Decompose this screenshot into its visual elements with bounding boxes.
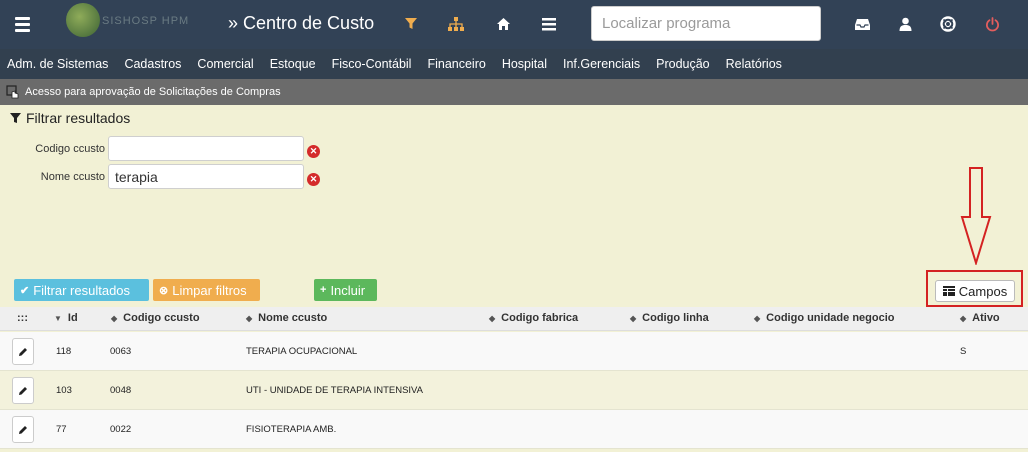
col-header-ativo[interactable]: ◆ Ativo [960, 312, 1000, 324]
home-icon[interactable] [493, 14, 513, 34]
col-header-nome-ccusto[interactable]: ◆ Nome ccusto [246, 312, 327, 324]
cell-id: 77 [56, 424, 67, 435]
edit-button[interactable] [12, 377, 34, 404]
filter-results-button[interactable]: ✔ Filtrar resultados [14, 279, 149, 301]
sitemap-icon[interactable] [446, 14, 466, 34]
edit-button[interactable] [12, 338, 34, 365]
cell-id: 103 [56, 385, 72, 396]
sort-icon: ◆ [246, 313, 253, 323]
col-header-nome-label: Nome ccusto [258, 312, 328, 324]
cell-codigo: 0063 [110, 346, 132, 357]
down-arrow-annotation [960, 167, 992, 265]
main-menu: Adm. de Sistemas Cadastros Comercial Est… [0, 49, 1028, 79]
sort-icon: ◆ [630, 313, 637, 323]
menu-item-cadastros[interactable]: Cadastros [124, 57, 181, 71]
campos-label: Campos [958, 283, 1008, 299]
campos-button[interactable]: Campos [935, 280, 1015, 302]
col-header-codigo-fabrica[interactable]: ◆ Codigo fabrica [489, 312, 578, 324]
clear-filters-button[interactable]: ⊗ Limpar filtros [153, 279, 260, 301]
app-logo[interactable]: SISHOSP HPM [66, 3, 206, 45]
menu-item-inf-gerenciais[interactable]: Inf.Gerenciais [563, 57, 640, 71]
col-header-fabrica-label: Codigo fabrica [501, 312, 579, 324]
col-header-codigo-ccusto[interactable]: ◆ Codigo ccusto [111, 312, 200, 324]
table-row[interactable]: 77 0022 FISIOTERAPIA AMB. [0, 410, 1028, 449]
filter-results-label: Filtrar resultados [33, 282, 131, 298]
drag-handle-header[interactable]: ::: [17, 312, 28, 324]
cell-nome: FISIOTERAPIA AMB. [246, 424, 337, 435]
logo-mark [66, 3, 100, 37]
inbox-icon[interactable] [852, 14, 872, 34]
top-navbar: SISHOSP HPM » Centro de Custo [0, 0, 1028, 49]
cell-ativo: S [960, 346, 967, 357]
check-icon: ✔ [20, 284, 30, 297]
col-header-id-label: Id [67, 312, 78, 324]
clear-circle-icon: ⊗ [159, 284, 169, 297]
cell-codigo: 0048 [110, 385, 132, 396]
clear-codigo-icon[interactable]: ✕ [307, 145, 320, 158]
filter-heading: Filtrar resultados [10, 110, 130, 126]
notice-text: Acesso para aprovação de Solicitações de… [25, 86, 281, 98]
filter-icon[interactable] [401, 14, 421, 34]
col-header-ativo-label: Ativo [972, 312, 1000, 324]
columns-icon [942, 286, 955, 296]
menu-item-financeiro[interactable]: Financeiro [427, 57, 485, 71]
menu-item-fisco-contabil[interactable]: Fisco-Contábil [332, 57, 412, 71]
menu-item-adm-sistemas[interactable]: Adm. de Sistemas [7, 57, 108, 71]
menu-item-hospital[interactable]: Hospital [502, 57, 547, 71]
pencil-icon [19, 386, 27, 395]
power-icon[interactable] [982, 14, 1002, 34]
table-row[interactable]: 118 0063 TERAPIA OCUPACIONAL S [0, 332, 1028, 371]
edit-button[interactable] [12, 416, 34, 443]
filter-icon [10, 112, 21, 123]
menu-icon[interactable] [15, 14, 37, 34]
pencil-icon [19, 425, 27, 434]
menu-item-producao[interactable]: Produção [656, 57, 710, 71]
nome-ccusto-input[interactable] [108, 164, 304, 189]
page-title: » Centro de Custo [228, 13, 375, 33]
table-header: ::: ▼ Id ◆ Codigo ccusto ◆ Nome ccusto ◆ Cod… [0, 307, 1028, 331]
cell-nome: UTI - UNIDADE DE TERAPIA INTENSIVA [246, 385, 424, 396]
col-header-codigo-unidade[interactable]: ◆ Codigo unidade negocio [754, 312, 894, 324]
sort-icon: ◆ [960, 313, 967, 323]
sort-desc-icon: ▼ [54, 313, 62, 323]
cell-nome: TERAPIA OCUPACIONAL [246, 346, 358, 357]
nome-ccusto-label: Nome ccusto [40, 171, 105, 183]
sort-icon: ◆ [489, 313, 496, 323]
clear-filters-label: Limpar filtros [172, 282, 247, 298]
plus-icon: + [320, 284, 327, 296]
col-header-unidade-label: Codigo unidade negocio [766, 312, 895, 324]
add-button[interactable]: + Incluir [314, 279, 377, 301]
pencil-icon [19, 347, 27, 356]
sort-icon: ◆ [754, 313, 761, 323]
list-icon[interactable] [539, 14, 559, 34]
cell-id: 118 [56, 346, 72, 357]
sort-icon: ◆ [111, 313, 118, 323]
col-header-linha-label: Codigo linha [642, 312, 709, 324]
search-input[interactable] [591, 6, 821, 41]
lifebuoy-icon[interactable] [938, 14, 958, 34]
user-icon[interactable] [895, 14, 915, 34]
col-header-id[interactable]: ▼ Id [54, 312, 78, 324]
col-header-codigo-label: Codigo ccusto [123, 312, 200, 324]
table-row[interactable]: 103 0048 UTI - UNIDADE DE TERAPIA INTENS… [0, 371, 1028, 410]
menu-item-relatorios[interactable]: Relatórios [726, 57, 782, 71]
logo-text: SISHOSP HPM [102, 15, 190, 27]
approval-hand-icon [6, 85, 19, 99]
cell-codigo: 0022 [110, 424, 132, 435]
add-label: Incluir [330, 282, 366, 298]
codigo-ccusto-label: Codigo ccusto [35, 143, 105, 155]
filter-heading-text: Filtrar resultados [26, 110, 131, 126]
col-header-codigo-linha[interactable]: ◆ Codigo linha [630, 312, 709, 324]
codigo-ccusto-input[interactable] [108, 136, 304, 161]
menu-item-estoque[interactable]: Estoque [270, 57, 316, 71]
notice-bar[interactable]: Acesso para aprovação de Solicitações de… [0, 79, 1028, 105]
menu-item-comercial[interactable]: Comercial [197, 57, 253, 71]
clear-nome-icon[interactable]: ✕ [307, 173, 320, 186]
